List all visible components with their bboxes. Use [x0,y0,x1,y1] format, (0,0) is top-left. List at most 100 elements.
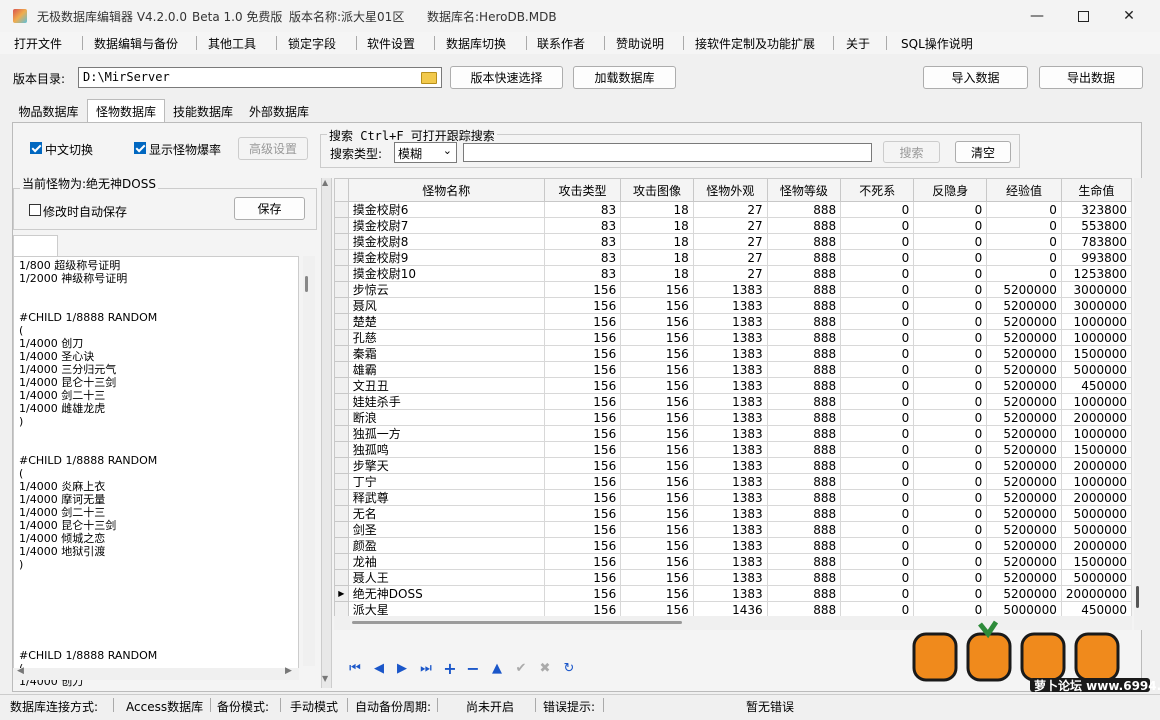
table-row[interactable]: 摸金校尉8 83 18 27 888 0 0 0 783800 [334,233,1132,250]
table-cell[interactable]: 888 [766,569,842,586]
menu-settings[interactable]: 软件设置 [367,35,415,52]
table-cell[interactable]: 156 [543,425,622,442]
column-header[interactable]: 攻击图像 [620,178,694,202]
monster-name-cell[interactable]: 独孤一方 [347,425,545,442]
table-cell[interactable]: 0 [840,425,915,442]
table-cell[interactable]: 0 [913,521,988,538]
table-cell[interactable]: 5000000 [1060,361,1132,378]
table-cell[interactable]: 1383 [692,441,768,458]
table-cell[interactable]: 156 [543,537,622,554]
table-row[interactable]: 丁宁 156 156 1383 888 0 0 5200000 1000000 [334,473,1132,490]
export-button[interactable]: 导出数据 [1039,66,1143,89]
menu-customization[interactable]: 接软件定制及功能扩展 [695,35,815,52]
row-indicator[interactable] [334,441,349,458]
table-cell[interactable]: 1383 [692,489,768,506]
table-cell[interactable]: 0 [840,345,915,362]
table-cell[interactable]: 156 [543,329,622,346]
row-indicator[interactable] [334,489,349,506]
nav-delete-button[interactable]: − [464,659,482,678]
table-cell[interactable]: 888 [766,585,842,602]
table-row[interactable]: 断浪 156 156 1383 888 0 0 5200000 2000000 [334,409,1132,426]
table-cell[interactable]: 888 [766,457,842,474]
table-cell[interactable]: 888 [766,265,842,282]
monster-name-cell[interactable]: 摸金校尉6 [347,201,545,218]
table-cell[interactable]: 0 [913,585,988,602]
table-cell[interactable]: 0 [840,473,915,490]
table-cell[interactable]: 888 [766,393,842,410]
row-indicator[interactable] [334,361,349,378]
monster-name-cell[interactable]: 摸金校尉8 [347,233,545,250]
table-cell[interactable]: 553800 [1060,217,1132,234]
table-cell[interactable]: 1436 [692,601,768,616]
table-cell[interactable]: 156 [620,313,694,330]
table-cell[interactable]: 0 [840,361,915,378]
table-cell[interactable]: 0 [840,313,915,330]
row-indicator[interactable] [334,393,349,410]
monster-name-cell[interactable]: 娃娃杀手 [347,393,545,410]
table-cell[interactable]: 156 [620,505,694,522]
table-row[interactable]: 楚楚 156 156 1383 888 0 0 5200000 1000000 [334,313,1132,330]
table-cell[interactable]: 1383 [692,505,768,522]
table-cell[interactable]: 0 [913,297,988,314]
table-cell[interactable]: 1383 [692,281,768,298]
table-cell[interactable]: 156 [620,585,694,602]
table-cell[interactable]: 1500000 [1060,441,1132,458]
table-cell[interactable]: 888 [766,489,842,506]
column-header[interactable]: 怪物等级 [766,178,842,202]
table-cell[interactable]: 156 [543,361,622,378]
table-cell[interactable]: 5200000 [986,425,1062,442]
menu-other-tools[interactable]: 其他工具 [208,35,256,52]
table-cell[interactable]: 1000000 [1060,329,1132,346]
table-cell[interactable]: 5200000 [986,377,1062,394]
row-indicator[interactable] [334,201,349,218]
table-cell[interactable]: 888 [766,601,842,616]
table-cell[interactable]: 1383 [692,569,768,586]
table-cell[interactable]: 888 [766,201,842,218]
table-cell[interactable]: 5200000 [986,393,1062,410]
table-row[interactable]: 雄霸 156 156 1383 888 0 0 5200000 5000000 [334,361,1132,378]
table-cell[interactable]: 27 [692,265,768,282]
table-row[interactable]: 独孤鸣 156 156 1383 888 0 0 5200000 1500000 [334,441,1132,458]
table-cell[interactable]: 156 [620,345,694,362]
browse-folder-button[interactable] [419,69,439,86]
table-cell[interactable]: 156 [620,441,694,458]
table-cell[interactable]: 0 [913,217,988,234]
monster-name-cell[interactable]: 孔慈 [347,329,545,346]
table-cell[interactable]: 0 [840,217,915,234]
table-cell[interactable]: 0 [840,585,915,602]
table-cell[interactable]: 0 [913,537,988,554]
table-row[interactable]: 派大星 156 156 1436 888 0 0 5000000 450000 [334,601,1132,616]
table-cell[interactable]: 0 [986,249,1062,266]
table-cell[interactable]: 0 [840,281,915,298]
table-cell[interactable]: 1383 [692,345,768,362]
nav-next-button[interactable]: ▶ [393,659,411,677]
table-cell[interactable]: 83 [543,201,622,218]
table-cell[interactable]: 156 [620,537,694,554]
table-cell[interactable]: 156 [543,585,622,602]
table-cell[interactable]: 156 [543,569,622,586]
table-row[interactable]: 步擎天 156 156 1383 888 0 0 5200000 2000000 [334,457,1132,474]
row-indicator[interactable] [334,425,349,442]
monster-name-cell[interactable]: 聂风 [347,297,545,314]
table-cell[interactable]: 83 [543,249,622,266]
table-cell[interactable]: 156 [620,361,694,378]
menu-lock-fields[interactable]: 锁定字段 [288,35,336,52]
table-cell[interactable]: 888 [766,233,842,250]
table-row[interactable]: 娃娃杀手 156 156 1383 888 0 0 5200000 1000000 [334,393,1132,410]
table-cell[interactable]: 156 [543,521,622,538]
column-header[interactable]: 怪物名称 [347,178,545,202]
table-cell[interactable]: 783800 [1060,233,1132,250]
row-indicator[interactable] [334,249,349,266]
column-header[interactable]: 攻击类型 [543,178,622,202]
table-cell[interactable]: 27 [692,233,768,250]
table-cell[interactable]: 0 [913,473,988,490]
table-cell[interactable]: 156 [543,377,622,394]
row-indicator[interactable] [334,521,349,538]
table-cell[interactable]: 5200000 [986,281,1062,298]
table-cell[interactable]: 0 [913,505,988,522]
table-cell[interactable]: 0 [840,265,915,282]
table-cell[interactable]: 0 [840,249,915,266]
monster-name-cell[interactable]: 摸金校尉9 [347,249,545,266]
table-cell[interactable]: 3000000 [1060,281,1132,298]
table-cell[interactable]: 888 [766,553,842,570]
